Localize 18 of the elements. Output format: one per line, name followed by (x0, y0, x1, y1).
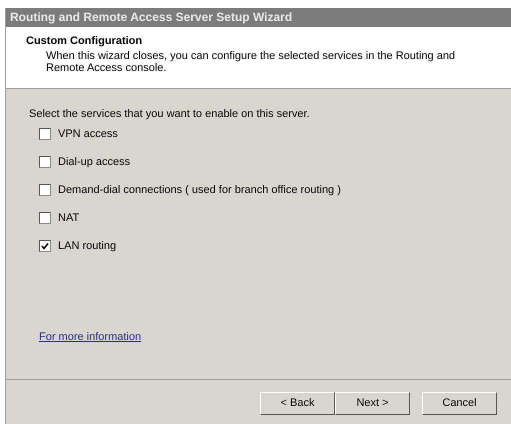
window-title: Routing and Remote Access Server Setup Wizard (6, 8, 511, 27)
page-title: Custom Configuration (26, 34, 144, 49)
instruction-text: Select the services that you want to enable on this server. (29, 107, 311, 122)
checkbox-label[interactable]: Dial-up access (58, 154, 130, 170)
checkbox[interactable] (39, 184, 51, 196)
page-description: When this wizard closes, you can configure the selected services in the Routing and Remote Access console. (45, 50, 456, 74)
checkbox-label[interactable]: LAN routing (58, 238, 116, 254)
checkbox[interactable] (39, 156, 51, 168)
checkbox-label[interactable]: Demand-dial connections ( used for branch office routing ) (58, 182, 341, 198)
next-button[interactable]: Next > (335, 392, 410, 414)
checkbox-label[interactable]: NAT (58, 210, 80, 226)
back-button[interactable]: < Back (260, 392, 335, 414)
checkbox[interactable] (39, 212, 51, 224)
more-info-link[interactable]: For more information (39, 328, 142, 345)
checkbox[interactable] (39, 240, 51, 252)
cancel-button[interactable]: Cancel (422, 392, 497, 414)
checkbox[interactable] (39, 128, 51, 140)
checkbox-label[interactable]: VPN access (58, 126, 118, 142)
